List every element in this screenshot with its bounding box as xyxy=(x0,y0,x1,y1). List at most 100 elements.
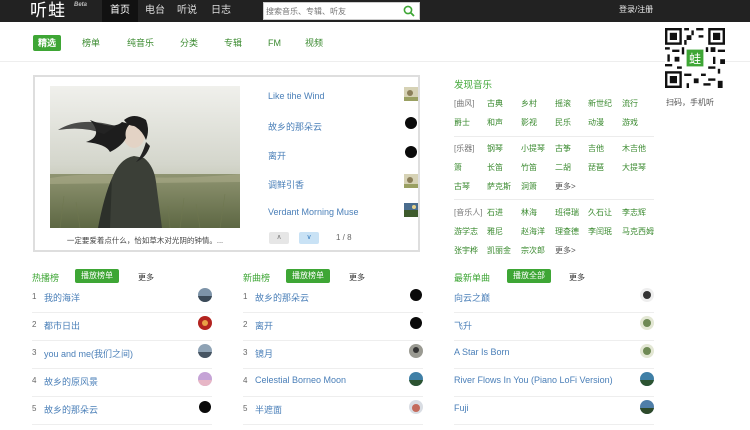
genre-link[interactable]: 游戏 xyxy=(622,117,638,128)
artist-link[interactable]: 李闰珉 xyxy=(588,226,612,237)
banner-song-item[interactable]: Verdant Morning Muse xyxy=(268,203,418,223)
track-title[interactable]: Fuji xyxy=(454,403,469,413)
instrument-more-link[interactable]: 更多> xyxy=(555,181,576,192)
subtab-category[interactable]: 分类 xyxy=(180,35,198,51)
banner-next-button[interactable]: ∨ xyxy=(299,232,319,244)
instrument-link[interactable]: 洞箫 xyxy=(521,181,537,192)
artist-link[interactable]: 马克西姆 xyxy=(622,226,654,237)
nav-radio[interactable]: 电台 xyxy=(145,0,165,22)
genre-link[interactable]: 影视 xyxy=(521,117,537,128)
instrument-link[interactable]: 小提琴 xyxy=(521,143,545,154)
artist-link[interactable]: 班得瑞 xyxy=(555,207,579,218)
artist-link[interactable]: 凯丽金 xyxy=(487,245,511,256)
artist-link[interactable]: 宗次郎 xyxy=(521,245,545,256)
track-title[interactable]: 都市日出 xyxy=(44,319,80,332)
table-row[interactable]: 2 离开 xyxy=(243,313,423,341)
track-title[interactable]: River Flows In You (Piano LoFi Version) xyxy=(454,375,613,385)
genre-link[interactable]: 爵士 xyxy=(454,117,470,128)
track-title[interactable]: 镜月 xyxy=(255,347,273,360)
banner-prev-button[interactable]: ∧ xyxy=(269,232,289,244)
instrument-link[interactable]: 箫 xyxy=(454,162,462,173)
artist-link[interactable]: 林海 xyxy=(521,207,537,218)
new-chart-more-link[interactable]: 更多 xyxy=(349,272,365,283)
artist-link[interactable]: 游学志 xyxy=(454,226,478,237)
instrument-link[interactable]: 古琴 xyxy=(454,181,470,192)
banner-song-title[interactable]: 离开 xyxy=(268,149,286,162)
new-chart-play-button[interactable]: 播放榜单 xyxy=(286,269,330,283)
banner-song-item[interactable]: 故乡的那朵云 xyxy=(268,116,418,136)
instrument-link[interactable]: 大提琴 xyxy=(622,162,646,173)
instrument-link[interactable]: 长笛 xyxy=(487,162,503,173)
banner-song-item[interactable]: 离开 xyxy=(268,145,418,165)
table-row[interactable]: 5 故乡的那朵云 xyxy=(32,397,212,425)
table-row[interactable]: 4 Celestial Borneo Moon xyxy=(243,369,423,397)
search-input[interactable] xyxy=(266,4,401,18)
table-row[interactable]: 飞升 xyxy=(454,313,654,341)
nav-home[interactable]: 首页 xyxy=(102,0,138,22)
track-title[interactable]: 故乡的那朵云 xyxy=(44,403,98,416)
banner-song-item[interactable]: 调鲜引香 xyxy=(268,174,418,194)
latest-play-all-button[interactable]: 播放全部 xyxy=(507,269,551,283)
instrument-link[interactable]: 古筝 xyxy=(555,143,571,154)
hot-chart-more-link[interactable]: 更多 xyxy=(138,272,154,283)
banner-song-title[interactable]: Verdant Morning Muse xyxy=(268,207,359,217)
banner-song-title[interactable]: 调鲜引香 xyxy=(268,178,304,191)
table-row[interactable]: 2 都市日出 xyxy=(32,313,212,341)
artist-link[interactable]: 久石让 xyxy=(588,207,612,218)
table-row[interactable]: 3 you and me(我们之间) xyxy=(32,341,212,369)
banner-song-item[interactable]: Like tihe Wind xyxy=(268,87,418,107)
genre-link[interactable]: 流行 xyxy=(622,98,638,109)
artist-link[interactable]: 李志辉 xyxy=(622,207,646,218)
track-title[interactable]: 我的海洋 xyxy=(44,291,80,304)
artist-more-link[interactable]: 更多> xyxy=(555,245,576,256)
track-title[interactable]: 向云之巅 xyxy=(454,291,490,304)
banner-song-title[interactable]: Like tihe Wind xyxy=(268,91,325,101)
genre-link[interactable]: 乡村 xyxy=(521,98,537,109)
login-link[interactable]: 登录/注册 xyxy=(619,4,653,15)
track-title[interactable]: you and me(我们之间) xyxy=(44,347,133,360)
instrument-link[interactable]: 吉他 xyxy=(588,143,604,154)
track-title[interactable]: 离开 xyxy=(255,319,273,332)
logo[interactable]: 听蛙 xyxy=(30,1,66,21)
track-title[interactable]: Celestial Borneo Moon xyxy=(255,375,346,385)
hot-chart-play-button[interactable]: 播放榜单 xyxy=(75,269,119,283)
artist-link[interactable]: 雅尼 xyxy=(487,226,503,237)
table-row[interactable]: A Star Is Born xyxy=(454,341,654,369)
table-row[interactable]: 1 故乡的那朵云 xyxy=(243,285,423,313)
track-title[interactable]: 故乡的那朵云 xyxy=(255,291,309,304)
subtab-pure-music[interactable]: 纯音乐 xyxy=(127,35,154,51)
table-row[interactable]: 5 半遮面 xyxy=(243,397,423,425)
genre-link[interactable]: 和声 xyxy=(487,117,503,128)
artist-link[interactable]: 理查德 xyxy=(555,226,579,237)
instrument-link[interactable]: 二胡 xyxy=(555,162,571,173)
track-title[interactable]: A Star Is Born xyxy=(454,347,510,357)
genre-link[interactable]: 古典 xyxy=(487,98,503,109)
banner-song-title[interactable]: 故乡的那朵云 xyxy=(268,120,322,133)
instrument-link[interactable]: 竹笛 xyxy=(521,162,537,173)
track-title[interactable]: 飞升 xyxy=(454,319,472,332)
subtab-featured[interactable]: 精选 xyxy=(33,35,62,51)
subtab-charts[interactable]: 榜单 xyxy=(82,35,100,51)
track-title[interactable]: 半遮面 xyxy=(255,403,282,416)
table-row[interactable]: 4 故乡的原风景 xyxy=(32,369,212,397)
instrument-link[interactable]: 木吉他 xyxy=(622,143,646,154)
genre-link[interactable]: 摇滚 xyxy=(555,98,571,109)
subtab-albums[interactable]: 专辑 xyxy=(224,35,242,51)
table-row[interactable]: Fuji xyxy=(454,397,654,425)
nav-blog[interactable]: 日志 xyxy=(211,0,231,22)
table-row[interactable]: 1 我的海洋 xyxy=(32,285,212,313)
table-row[interactable]: 向云之巅 xyxy=(454,285,654,313)
instrument-link[interactable]: 钢琴 xyxy=(487,143,503,154)
banner-image[interactable] xyxy=(50,86,240,228)
table-row[interactable]: River Flows In You (Piano LoFi Version) xyxy=(454,369,654,397)
genre-link[interactable]: 新世纪 xyxy=(588,98,612,109)
instrument-link[interactable]: 萨克斯 xyxy=(487,181,511,192)
artist-link[interactable]: 石进 xyxy=(487,207,503,218)
subtab-video[interactable]: 视频 xyxy=(305,35,323,51)
track-title[interactable]: 故乡的原风景 xyxy=(44,375,98,388)
artist-link[interactable]: 赵海洋 xyxy=(521,226,545,237)
instrument-link[interactable]: 琵琶 xyxy=(588,162,604,173)
genre-link[interactable]: 动漫 xyxy=(588,117,604,128)
artist-link[interactable]: 张宇桦 xyxy=(454,245,478,256)
table-row[interactable]: 3 镜月 xyxy=(243,341,423,369)
